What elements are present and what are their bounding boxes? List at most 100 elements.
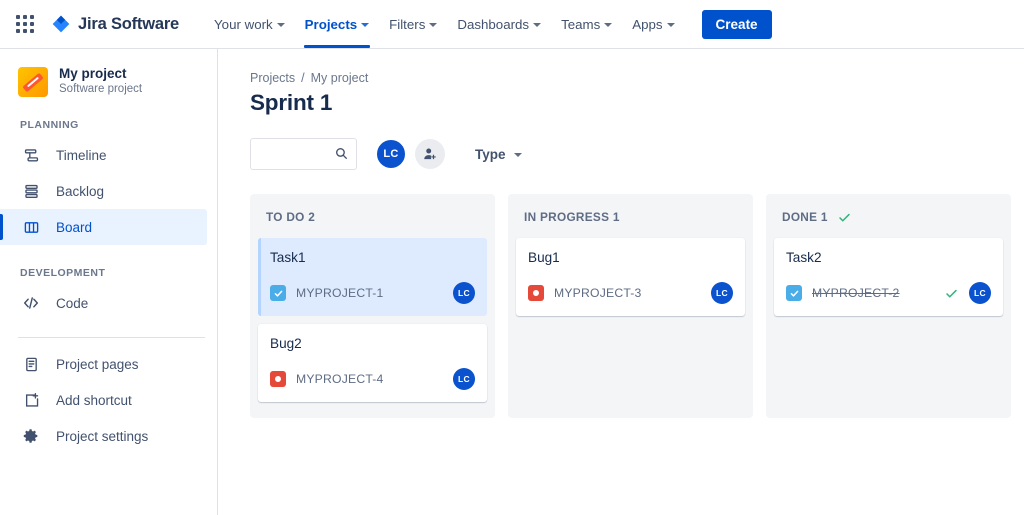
nav-label: Your work	[214, 16, 273, 32]
page-icon	[20, 356, 42, 373]
nav-item-apps[interactable]: Apps	[622, 0, 684, 48]
column-header-done: DONE 1	[774, 204, 1003, 238]
column-title: DONE 1	[782, 210, 828, 224]
breadcrumb-current-project-link[interactable]: My project	[311, 71, 369, 85]
project-avatar-icon	[18, 66, 48, 97]
nav-item-teams[interactable]: Teams	[551, 0, 622, 48]
project-name: My project	[59, 66, 127, 81]
task-type-icon	[270, 285, 286, 301]
chevron-down-icon	[276, 23, 285, 27]
card-issue-key[interactable]: MYPROJECT-1	[296, 286, 384, 300]
breadcrumb-separator: /	[301, 71, 305, 85]
nav-label: Projects	[304, 16, 358, 32]
card-footer: MYPROJECT-3 LC	[528, 282, 733, 304]
timeline-icon	[20, 147, 42, 164]
nav-label: Teams	[561, 16, 601, 32]
add-shortcut-icon	[20, 392, 42, 409]
board-icon	[20, 219, 42, 236]
add-people-button[interactable]	[415, 139, 445, 169]
sidebar-section-development-label: DEVELOPMENT	[20, 267, 106, 279]
chevron-down-icon	[429, 23, 438, 27]
card-assignee-avatar[interactable]: LC	[969, 282, 991, 304]
backlog-icon	[20, 183, 42, 200]
sidebar-item-label: Project pages	[56, 356, 139, 372]
brand-name: Jira Software	[78, 14, 180, 33]
add-person-icon	[424, 148, 436, 160]
board-card-task1[interactable]: Task1 MYPROJECT-1 LC	[258, 238, 487, 316]
sidebar-item-timeline[interactable]: Timeline	[0, 137, 207, 173]
app-switcher-button[interactable]	[10, 9, 40, 39]
board-column-done: DONE 1 Task2 MYPROJECT-2 LC	[766, 194, 1011, 418]
card-issue-key[interactable]: MYPROJECT-2	[812, 286, 900, 300]
project-header[interactable]: My project Software project	[0, 66, 217, 97]
column-title: TO DO 2	[266, 210, 316, 224]
primary-nav: Your work Projects Filters Dashboards Te…	[204, 0, 685, 48]
search-input[interactable]	[250, 138, 357, 170]
sidebar-planning-list: Timeline Backlog Board	[0, 137, 217, 245]
sidebar-development-list: Code	[0, 285, 217, 321]
board-columns: TO DO 2 Task1 MYPROJECT-1 LC Bug2 MYPROJ…	[250, 194, 1024, 418]
jira-brand-home-link[interactable]: Jira Software	[51, 14, 179, 34]
task-type-icon	[786, 285, 802, 301]
column-done-check-icon	[838, 211, 851, 224]
card-footer: MYPROJECT-4 LC	[270, 368, 475, 390]
board-card-bug2[interactable]: Bug2 MYPROJECT-4 LC	[258, 324, 487, 402]
search-field-wrapper	[250, 138, 357, 170]
bug-type-icon	[270, 371, 286, 387]
card-footer: MYPROJECT-2 LC	[786, 282, 991, 304]
breadcrumb-projects-link[interactable]: Projects	[250, 71, 295, 85]
sidebar-item-label: Project settings	[56, 428, 149, 444]
board-toolbar: LC Type	[250, 138, 1024, 170]
card-title: Task1	[270, 250, 306, 265]
bug-type-icon	[528, 285, 544, 301]
sidebar-item-label: Backlog	[56, 183, 105, 199]
sidebar-item-project-settings[interactable]: Project settings	[0, 418, 207, 454]
nav-label: Apps	[632, 16, 663, 32]
create-button[interactable]: Create	[701, 9, 772, 39]
main-content: Projects / My project Sprint 1 LC Type T…	[218, 49, 1024, 515]
card-issue-key[interactable]: MYPROJECT-3	[554, 286, 642, 300]
nav-label: Dashboards	[457, 16, 530, 32]
sidebar-divider	[18, 337, 205, 338]
app-switcher-icon	[16, 15, 34, 33]
card-title: Bug1	[528, 250, 560, 265]
sidebar-item-label: Timeline	[56, 147, 107, 163]
chevron-down-icon	[513, 153, 522, 157]
sidebar-item-label: Board	[56, 219, 93, 235]
nav-item-projects[interactable]: Projects	[295, 0, 379, 48]
page-title: Sprint 1	[250, 90, 333, 115]
board-card-task2[interactable]: Task2 MYPROJECT-2 LC	[774, 238, 1003, 316]
project-type: Software project	[59, 83, 143, 95]
chevron-down-icon	[604, 23, 613, 27]
card-assignee-avatar[interactable]: LC	[453, 368, 475, 390]
nav-item-your-work[interactable]: Your work	[204, 0, 295, 48]
card-assignee-avatar[interactable]: LC	[453, 282, 475, 304]
board-card-bug1[interactable]: Bug1 MYPROJECT-3 LC	[516, 238, 745, 316]
sidebar-item-code[interactable]: Code	[0, 285, 207, 321]
card-footer: MYPROJECT-1 LC	[270, 282, 475, 304]
chevron-down-icon	[666, 23, 675, 27]
sidebar-item-label: Add shortcut	[56, 392, 132, 408]
sidebar-item-project-pages[interactable]: Project pages	[0, 346, 207, 382]
avatar-current-user[interactable]: LC	[375, 138, 407, 170]
nav-label: Filters	[389, 16, 426, 32]
gear-icon	[20, 427, 42, 445]
sidebar-item-backlog[interactable]: Backlog	[0, 173, 207, 209]
card-title: Task2	[786, 250, 822, 265]
column-title: IN PROGRESS 1	[524, 210, 620, 224]
sidebar-item-label: Code	[56, 295, 89, 311]
sidebar-item-add-shortcut[interactable]: Add shortcut	[0, 382, 207, 418]
sidebar-item-board[interactable]: Board	[0, 209, 207, 245]
card-issue-key[interactable]: MYPROJECT-4	[296, 372, 384, 386]
nav-item-dashboards[interactable]: Dashboards	[447, 0, 551, 48]
type-filter-button[interactable]: Type	[467, 141, 530, 168]
chevron-down-icon	[361, 23, 370, 27]
board-column-todo: TO DO 2 Task1 MYPROJECT-1 LC Bug2 MYPROJ…	[250, 194, 495, 418]
type-filter-label: Type	[475, 146, 506, 162]
card-assignee-avatar[interactable]: LC	[711, 282, 733, 304]
top-navigation-bar: Jira Software Your work Projects Filters…	[0, 0, 1024, 49]
jira-logo-icon	[52, 15, 70, 33]
card-title: Bug2	[270, 336, 302, 351]
nav-item-filters[interactable]: Filters	[379, 0, 447, 48]
column-header-in-progress: IN PROGRESS 1	[516, 204, 745, 238]
